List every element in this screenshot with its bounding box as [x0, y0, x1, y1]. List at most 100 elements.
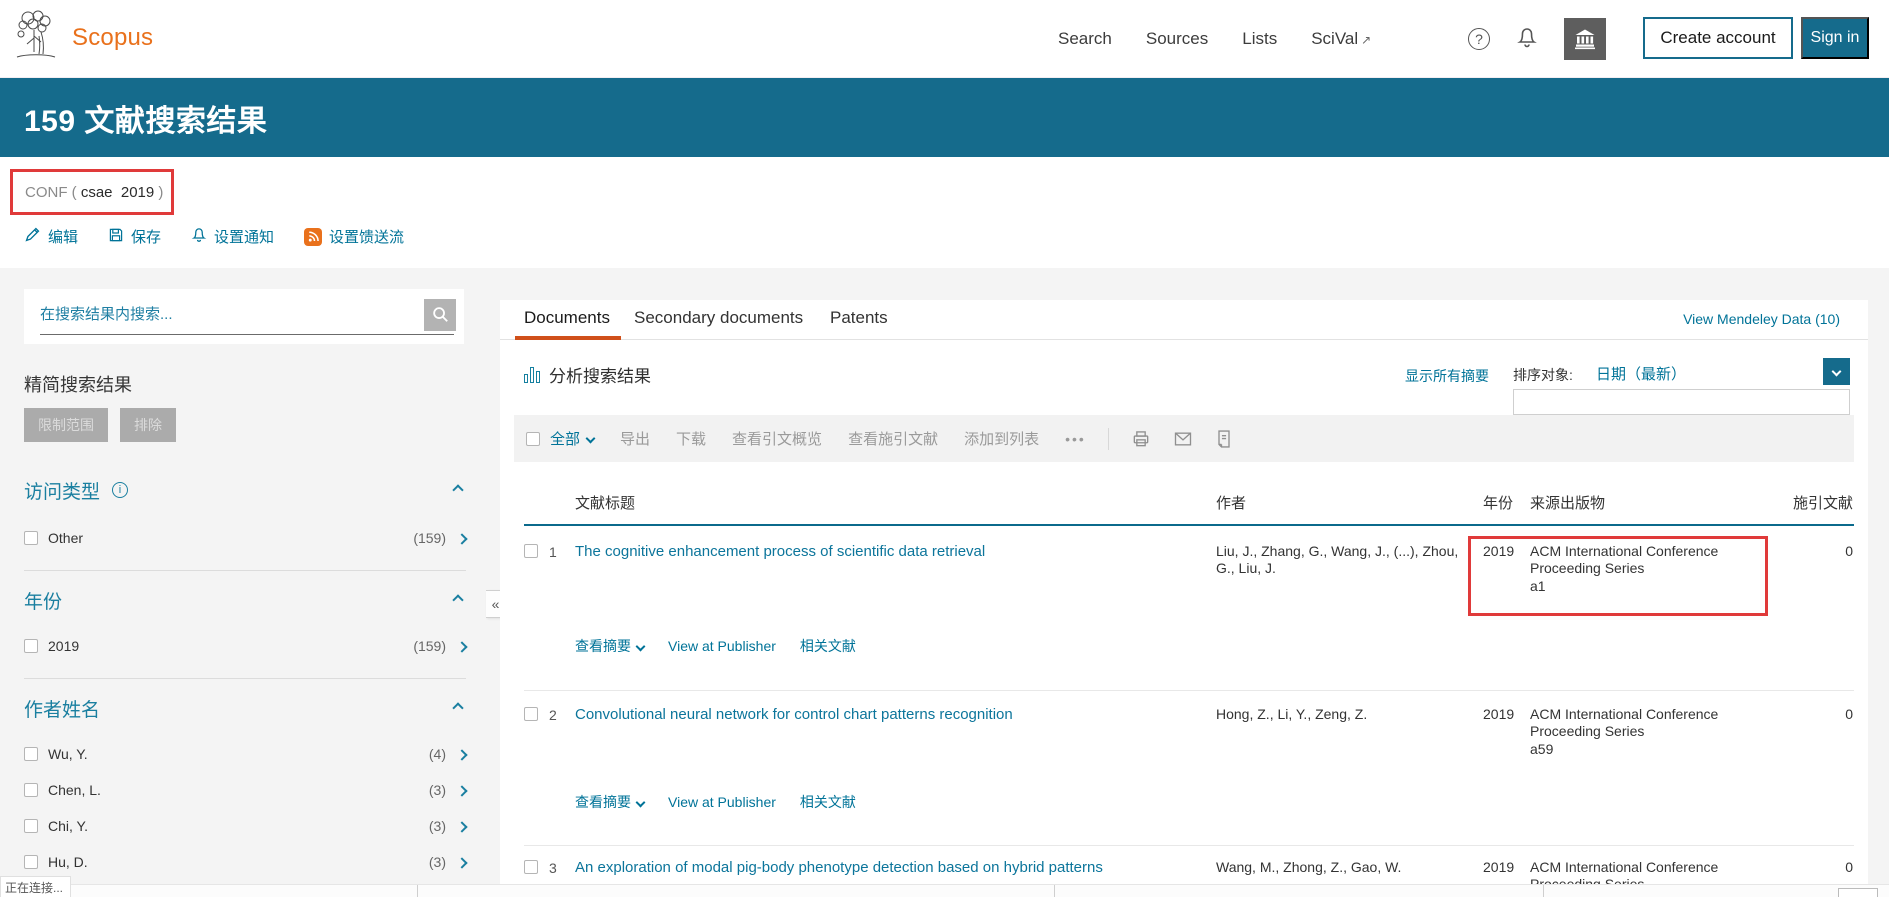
author-chi-checkbox[interactable] — [24, 819, 38, 833]
row-source[interactable]: ACM International Conference Proceeding … — [1530, 543, 1745, 595]
document-title-link[interactable]: The cognitive enhancement process of sci… — [575, 543, 985, 560]
view-at-publisher-link[interactable]: View at Publisher — [668, 794, 776, 810]
nav-lists[interactable]: Lists — [1242, 29, 1277, 49]
download-button[interactable]: 下载 — [676, 428, 706, 449]
sort-value[interactable]: 日期（最新） — [1596, 363, 1686, 384]
bottom-strip-divider — [1054, 885, 1055, 897]
author-hu-checkbox[interactable] — [24, 855, 38, 869]
tab-documents[interactable]: Documents — [524, 308, 610, 328]
row-year: 2019 — [1483, 543, 1514, 559]
info-icon[interactable]: i — [112, 482, 128, 498]
nav-sources[interactable]: Sources — [1146, 29, 1208, 49]
chevron-right-icon[interactable] — [458, 782, 466, 798]
view-mendeley-data-link[interactable]: View Mendeley Data (10) — [1683, 311, 1840, 327]
row-source[interactable]: ACM International Conference Proceeding … — [1530, 706, 1745, 758]
print-icon[interactable] — [1131, 429, 1151, 449]
set-feed-link[interactable]: 设置馈送流 — [304, 226, 404, 247]
citation-overview-button[interactable]: 查看引文概览 — [732, 428, 822, 449]
select-all-checkbox[interactable] — [526, 432, 540, 446]
view-abstract-link[interactable]: 查看摘要 — [575, 792, 644, 812]
collapse-year-chevron[interactable] — [454, 591, 466, 609]
facet-year-title: 年份 — [24, 587, 62, 614]
external-link-icon: ↗ — [1361, 33, 1371, 47]
view-at-publisher-link[interactable]: View at Publisher — [668, 638, 776, 654]
export-button[interactable]: 导出 — [620, 428, 650, 449]
toolbar-separator — [1108, 428, 1109, 450]
chevron-down-icon — [636, 797, 646, 807]
select-all-dropdown[interactable]: 全部 — [550, 428, 594, 449]
save-link[interactable]: 保存 — [108, 226, 161, 247]
document-title-link[interactable]: Convolutional neural network for control… — [575, 706, 1013, 723]
row-source-id: a1 — [1530, 578, 1745, 595]
nav-search[interactable]: Search — [1058, 29, 1112, 49]
top-header: Scopus Search Sources Lists SciVal↗ ? — [0, 0, 1889, 78]
nav-scival[interactable]: SciVal↗ — [1311, 29, 1371, 49]
analyze-results-link[interactable]: 分析搜索结果 — [524, 362, 651, 387]
col-header-cited-by[interactable]: 施引文献 — [1793, 492, 1853, 513]
row-authors[interactable]: Hong, Z., Li, Y., Zeng, Z. — [1216, 706, 1466, 723]
sort-dropdown-button[interactable] — [1823, 358, 1850, 385]
email-icon[interactable] — [1173, 430, 1193, 448]
related-documents-link[interactable]: 相关文献 — [800, 636, 856, 656]
more-options-button[interactable]: ••• — [1065, 431, 1086, 447]
row-cited-by-count[interactable]: 0 — [1845, 859, 1853, 875]
limit-to-button[interactable]: 限制范围 — [24, 408, 108, 442]
row-authors[interactable]: Liu, J., Zhang, G., Wang, J., (...), Zho… — [1216, 543, 1466, 577]
document-title-link[interactable]: An exploration of modal pig-body phenoty… — [575, 859, 1103, 876]
row-checkbox[interactable] — [524, 860, 538, 874]
facet-divider — [24, 570, 466, 571]
header-icons: ? — [1468, 0, 1606, 78]
row-authors[interactable]: Wang, M., Zhong, Z., Gao, W. — [1216, 859, 1466, 876]
row-year: 2019 — [1483, 706, 1514, 722]
author-chen-checkbox[interactable] — [24, 783, 38, 797]
chevron-right-icon[interactable] — [458, 530, 466, 546]
set-alert-link[interactable]: 设置通知 — [191, 226, 274, 247]
edit-link[interactable]: 编辑 — [24, 226, 78, 247]
chevron-right-icon[interactable] — [458, 854, 466, 870]
tab-secondary-documents[interactable]: Secondary documents — [634, 308, 803, 328]
facet-author-title: 作者姓名 — [24, 695, 100, 722]
notification-bell-icon[interactable] — [1516, 25, 1538, 54]
search-query-text[interactable]: CONF ( csae 2019 ) — [25, 184, 163, 201]
facet-item-author: Hu, D. (3) — [24, 852, 466, 872]
row-cited-by-count[interactable]: 0 — [1845, 706, 1853, 722]
sign-in-button[interactable]: Sign in — [1801, 17, 1869, 59]
search-submit-button[interactable] — [424, 299, 456, 331]
chevron-up-icon — [452, 484, 463, 495]
chevron-down-icon — [636, 641, 646, 651]
collapse-author-chevron[interactable] — [454, 699, 466, 717]
row-checkbox[interactable] — [524, 707, 538, 721]
search-within-results-input[interactable] — [40, 299, 420, 329]
institution-icon[interactable] — [1564, 18, 1606, 60]
author-wu-checkbox[interactable] — [24, 747, 38, 761]
year-2019-checkbox[interactable] — [24, 639, 38, 653]
results-tabs: Documents Secondary documents Patents Vi… — [500, 300, 1868, 340]
col-header-year[interactable]: 年份 — [1483, 492, 1513, 513]
col-header-title[interactable]: 文献标题 — [575, 492, 635, 513]
related-documents-link[interactable]: 相关文献 — [800, 792, 856, 812]
other-checkbox[interactable] — [24, 531, 38, 545]
facet-author-header: 作者姓名 — [24, 696, 466, 720]
collapse-access-type-chevron[interactable] — [454, 481, 466, 499]
save-to-pdf-icon[interactable] — [1215, 429, 1233, 449]
facet-item-2019: 2019 (159) — [24, 636, 466, 656]
col-header-source[interactable]: 来源出版物 — [1530, 492, 1605, 513]
search-icon — [431, 305, 449, 326]
col-header-authors[interactable]: 作者 — [1216, 492, 1246, 513]
chevron-right-icon[interactable] — [458, 638, 466, 654]
show-all-abstracts-link[interactable]: 显示所有摘要 — [1405, 366, 1489, 386]
tab-patents[interactable]: Patents — [830, 308, 888, 328]
scopus-logo[interactable]: Scopus — [14, 8, 153, 67]
alert-bell-icon — [191, 226, 207, 247]
row-action-links: 查看摘要 View at Publisher 相关文献 — [575, 792, 856, 812]
row-checkbox[interactable] — [524, 544, 538, 558]
add-to-list-button[interactable]: 添加到列表 — [964, 428, 1039, 449]
chevron-right-icon[interactable] — [458, 746, 466, 762]
exclude-button[interactable]: 排除 — [120, 408, 176, 442]
chevron-right-icon[interactable] — [458, 818, 466, 834]
create-account-button[interactable]: Create account — [1643, 17, 1793, 59]
help-icon[interactable]: ? — [1468, 28, 1490, 50]
view-cited-by-button[interactable]: 查看施引文献 — [848, 428, 938, 449]
row-cited-by-count[interactable]: 0 — [1845, 543, 1853, 559]
view-abstract-link[interactable]: 查看摘要 — [575, 636, 644, 656]
